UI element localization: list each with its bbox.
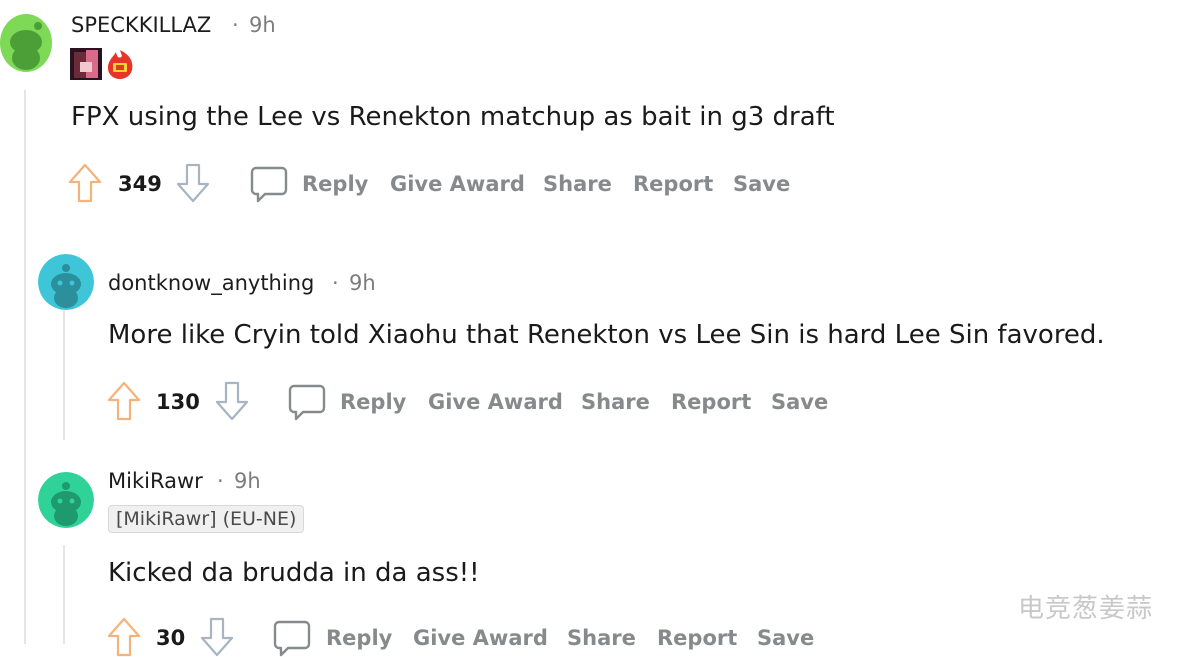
comment-body: FPX using the Lee vs Renekton matchup as… — [71, 102, 835, 132]
thread-line-1[interactable] — [24, 90, 26, 644]
report-button[interactable]: Report — [633, 172, 713, 196]
upvote-icon[interactable] — [68, 163, 102, 203]
comment-username[interactable]: MikiRawr — [108, 469, 203, 493]
snoo-avatar-icon — [38, 472, 94, 528]
save-button[interactable]: Save — [771, 390, 828, 414]
comment-time[interactable]: 9h — [234, 469, 261, 493]
snoo-avatar-icon — [0, 14, 52, 72]
save-button[interactable]: Save — [757, 626, 814, 650]
downvote-icon[interactable] — [176, 163, 210, 203]
downvote-icon[interactable] — [215, 381, 249, 421]
reply-button[interactable]: Reply — [302, 172, 368, 196]
fpx-player-flair-icon — [70, 48, 102, 80]
vote-score: 30 — [156, 626, 186, 650]
vote-score: 349 — [118, 172, 162, 196]
comment-sep: · — [232, 13, 239, 37]
comment-bubble-icon[interactable] — [288, 383, 326, 421]
thread-line-2[interactable] — [63, 300, 65, 440]
give-award-button[interactable]: Give Award — [428, 390, 563, 414]
thread-line-3[interactable] — [63, 545, 65, 644]
comment-sep: · — [332, 271, 339, 295]
downvote-icon[interactable] — [200, 617, 234, 657]
avatar[interactable] — [38, 472, 94, 528]
give-award-button[interactable]: Give Award — [413, 626, 548, 650]
reply-button[interactable]: Reply — [326, 626, 392, 650]
report-button[interactable]: Report — [657, 626, 737, 650]
save-button[interactable]: Save — [733, 172, 790, 196]
comment-body: Kicked da brudda in da ass!! — [108, 558, 480, 588]
watermark: 电竞葱姜蒜 — [1018, 594, 1154, 624]
comment-bubble-icon[interactable] — [250, 165, 288, 203]
share-button[interactable]: Share — [567, 626, 636, 650]
share-button[interactable]: Share — [543, 172, 612, 196]
comment-time[interactable]: 9h — [249, 13, 276, 37]
avatar[interactable] — [38, 254, 94, 310]
fpx-logo-flair-icon — [104, 48, 136, 80]
comment-time[interactable]: 9h — [349, 271, 376, 295]
snoo-avatar-icon — [38, 254, 94, 310]
user-flair-tag: [MikiRawr] (EU-NE) — [108, 505, 305, 533]
reply-button[interactable]: Reply — [340, 390, 406, 414]
upvote-icon[interactable] — [107, 617, 141, 657]
comment-sep: · — [217, 469, 224, 493]
share-button[interactable]: Share — [581, 390, 650, 414]
upvote-icon[interactable] — [107, 381, 141, 421]
vote-score: 130 — [156, 390, 200, 414]
comment-username[interactable]: SPECKKILLAZ — [71, 13, 211, 37]
avatar[interactable] — [0, 14, 52, 72]
give-award-button[interactable]: Give Award — [390, 172, 525, 196]
comment-username[interactable]: dontknow_anything — [108, 271, 314, 295]
comment-bubble-icon[interactable] — [273, 619, 311, 657]
report-button[interactable]: Report — [671, 390, 751, 414]
comment-body: More like Cryin told Xiaohu that Renekto… — [108, 320, 1105, 350]
